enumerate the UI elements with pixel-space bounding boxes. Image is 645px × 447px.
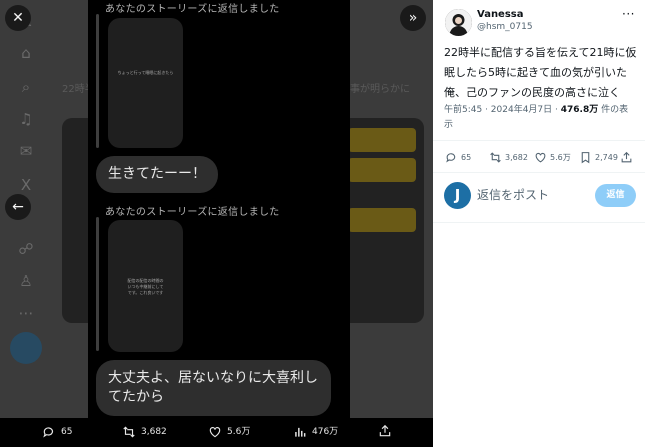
expand-icon: » — [408, 10, 418, 26]
media-overlay: あなたのストーリーズに返信しました ちょっと行って睡眠に起きたら 生きてたーー！… — [0, 0, 433, 447]
reply-button[interactable]: 65 — [445, 151, 471, 164]
heart-icon — [209, 427, 221, 438]
story-quote-line — [96, 217, 99, 351]
overlay-reply-count: 65 — [61, 427, 73, 437]
repost-icon — [490, 152, 501, 163]
overlay-repost-count: 3,682 — [141, 427, 167, 437]
overlay-views-count: 476万 — [312, 427, 339, 437]
back-arrow-icon: ← — [12, 199, 24, 215]
reply-bubble: 生きてたーー！ — [96, 156, 218, 193]
like-count: 5.6万 — [550, 153, 571, 162]
previous-button[interactable]: ← — [5, 194, 31, 220]
overlay-engagement-bar: 65 3,682 5.6万 476万 — [0, 418, 433, 447]
author-handle[interactable]: @hsm_0715 — [477, 22, 533, 32]
bookmark-button[interactable]: 2,749 — [579, 151, 618, 164]
author-name[interactable]: Vanessa — [477, 9, 524, 20]
reply-count: 65 — [461, 153, 472, 162]
overlay-like-button[interactable]: 5.6万 — [208, 424, 250, 440]
overlay-repost-button[interactable]: 3,682 — [122, 424, 167, 440]
reply-bubble: 大丈夫よ、居ないなりに大喜利してたから — [96, 360, 331, 416]
tweet-text: 22時半に配信する旨を伝えて21時に仮眠したら5時に起きて血の気が引いた俺、己の… — [444, 46, 637, 99]
share-button[interactable] — [620, 151, 636, 164]
heart-icon — [535, 152, 546, 163]
like-button[interactable]: 5.6万 — [534, 151, 571, 164]
current-user-avatar[interactable]: J — [444, 182, 471, 209]
overlay-reply-button[interactable]: 65 — [42, 424, 72, 440]
close-button[interactable]: ✕ — [5, 5, 31, 31]
author-avatar[interactable] — [445, 9, 472, 36]
reply-submit-button[interactable]: 返信 — [595, 184, 636, 207]
tweet-timestamp[interactable]: 午前5:45 · 2024年4月7日 · — [444, 105, 561, 115]
more-options-icon[interactable]: ··· — [622, 7, 635, 21]
bookmark-icon — [581, 152, 590, 164]
story-quote-line — [96, 14, 99, 148]
repost-count: 3,682 — [505, 153, 528, 162]
share-icon — [379, 424, 391, 437]
story-caption: 配信の配信の時間の いつも中継前にして です。これ良いです — [127, 278, 164, 295]
tweet-metadata: 午前5:45 · 2024年4月7日 · 476.8万 件の表示 — [444, 103, 636, 133]
views-icon — [295, 427, 306, 437]
close-icon: ✕ — [12, 10, 24, 26]
overlay-share-button[interactable] — [378, 424, 397, 438]
reply-icon — [43, 427, 54, 438]
divider — [433, 172, 645, 173]
overlay-views-button[interactable]: 476万 — [293, 424, 338, 440]
story-reply-label: あなたのストーリーズに返信しました — [105, 4, 280, 15]
overlay-like-count: 5.6万 — [227, 427, 251, 437]
repost-icon — [123, 426, 135, 438]
reply-input[interactable]: 返信をポスト — [477, 186, 549, 203]
reply-icon — [446, 153, 456, 163]
bookmark-count: 2,749 — [595, 153, 618, 162]
story-thumbnail[interactable]: 配信の配信の時間の いつも中継前にして です。これ良いです — [108, 220, 183, 352]
repost-button[interactable]: 3,682 — [489, 151, 528, 164]
divider — [433, 140, 645, 141]
story-caption: ちょっと行って睡眠に起きたら — [117, 70, 174, 75]
divider — [433, 222, 645, 223]
avatar-illustration-icon — [445, 9, 472, 36]
story-thumbnail[interactable]: ちょっと行って睡眠に起きたら — [108, 18, 183, 148]
share-icon — [621, 151, 632, 163]
screen: 𝕏 ⌂ ⌕ ♫ ✉ X ☍ ♙ ⋯ 22時半に配信する旨を伝えて た事が明らかに… — [0, 0, 645, 447]
story-reply-label: あなたのストーリーズに返信しました — [105, 207, 280, 218]
tweet-detail-panel: Vanessa @hsm_0715 ··· 22時半に配信する旨を伝えて21時に… — [433, 0, 645, 447]
tweet-view-count: 476.8万 — [560, 105, 599, 115]
expand-button[interactable]: » — [400, 5, 426, 31]
